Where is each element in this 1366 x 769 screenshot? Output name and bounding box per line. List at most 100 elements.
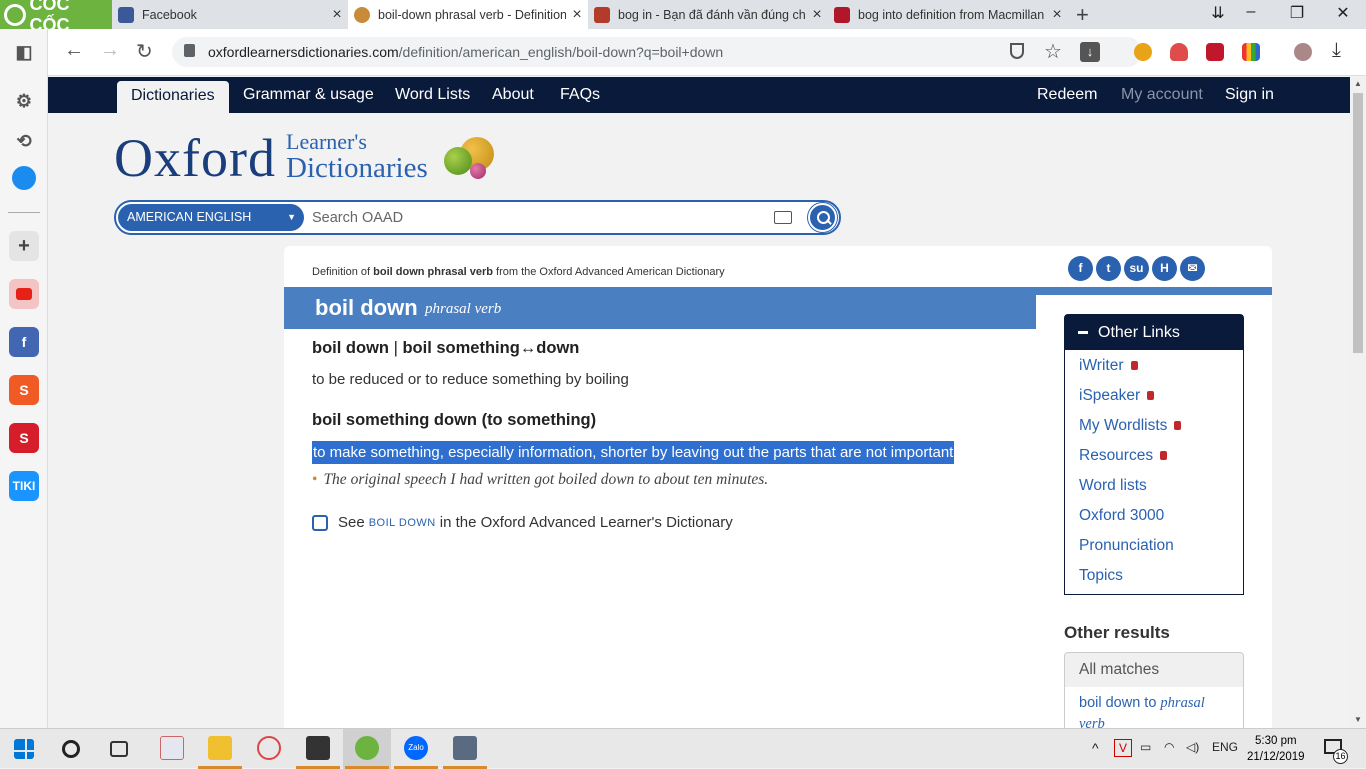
antivirus-icon[interactable]: V <box>1114 739 1132 757</box>
windows-start-icon[interactable] <box>14 739 34 759</box>
extension-color-icon[interactable] <box>1242 43 1260 61</box>
tab-search-icon[interactable]: ⇊ <box>1203 3 1233 23</box>
battery-icon[interactable]: ▭ <box>1140 740 1151 754</box>
sense-2-definition-selected: to make something, especially informatio… <box>312 441 955 464</box>
scroll-up-icon[interactable]: ▲ <box>1354 79 1362 88</box>
app-icon[interactable] <box>257 736 281 760</box>
search-button[interactable] <box>808 203 837 232</box>
hi-icon[interactable]: H <box>1152 256 1177 281</box>
logo-ball-icon <box>470 163 486 179</box>
page-scrollbar[interactable]: ▲ ▼ <box>1350 77 1366 728</box>
caret-down-icon: ▼ <box>287 212 296 222</box>
scroll-down-icon[interactable]: ▼ <box>1354 715 1362 724</box>
app-icon[interactable] <box>453 736 477 760</box>
address-bar[interactable]: oxfordlearnersdictionaries.com/definitio… <box>172 37 1142 67</box>
email-icon[interactable]: ✉ <box>1180 256 1205 281</box>
oxford-favicon-icon <box>354 6 370 23</box>
chevron-up-icon[interactable]: ^ <box>1092 740 1099 756</box>
facebook-icon[interactable]: f <box>9 327 39 357</box>
close-tab-icon[interactable]: × <box>1046 6 1068 24</box>
scrollbar-thumb[interactable] <box>1353 93 1363 353</box>
shopee-icon[interactable]: S <box>9 375 39 405</box>
app-icon[interactable] <box>160 736 184 760</box>
tab-macmillan[interactable]: bog into definition from Macmillan × <box>828 0 1068 29</box>
sense-2-heading: boil something down (to something) <box>312 411 597 429</box>
shield-icon[interactable] <box>1010 43 1024 59</box>
profile-avatar[interactable] <box>1294 43 1312 61</box>
keyboard-icon[interactable] <box>774 211 792 224</box>
other-links-header[interactable]: Other Links <box>1065 315 1243 350</box>
messenger-icon[interactable] <box>12 166 36 190</box>
all-matches-tab[interactable]: All matches <box>1064 652 1244 688</box>
sticky-notes-icon[interactable] <box>306 736 330 760</box>
tab-facebook[interactable]: Facebook × <box>112 0 348 29</box>
search-input[interactable] <box>312 204 762 231</box>
link-oxford-3000[interactable]: Oxford 3000 <box>1079 507 1164 525</box>
downloads-icon[interactable]: ⤓ <box>1332 39 1341 62</box>
wifi-icon[interactable]: ◠ <box>1164 740 1174 754</box>
forward-icon[interactable]: → <box>100 39 120 62</box>
link-iwriter[interactable]: iWriter <box>1079 357 1138 375</box>
link-resources[interactable]: Resources <box>1079 447 1168 465</box>
extension-red-icon[interactable] <box>1206 43 1224 61</box>
minimize-icon[interactable]: – <box>1236 3 1266 21</box>
settings-icon[interactable]: ⚙ <box>9 86 39 116</box>
input-language[interactable]: ENG <box>1212 740 1238 754</box>
clock[interactable]: 5:30 pm 21/12/2019 <box>1247 733 1305 765</box>
sendo-icon[interactable]: S <box>9 423 39 453</box>
twitter-icon[interactable]: t <box>1096 256 1121 281</box>
close-tab-icon[interactable]: × <box>806 6 828 24</box>
nav-about[interactable]: About <box>492 77 534 113</box>
close-tab-icon[interactable]: × <box>566 6 588 24</box>
nav-grammar-usage[interactable]: Grammar & usage <box>243 77 374 113</box>
search-bar: AMERICAN ENGLISH ▼ <box>114 200 841 235</box>
nav-my-account[interactable]: My account <box>1121 77 1203 113</box>
download-icon[interactable]: ↓ <box>1080 42 1100 62</box>
extension-chrome-icon[interactable] <box>1134 43 1152 61</box>
nav-redeem[interactable]: Redeem <box>1037 77 1097 113</box>
sense-1-definition: to be reduced or to reduce something by … <box>312 371 629 388</box>
nav-dictionaries[interactable]: Dictionaries <box>117 81 229 113</box>
dictionary-select[interactable]: AMERICAN ENGLISH ▼ <box>118 204 304 231</box>
nav-word-lists[interactable]: Word Lists <box>395 77 470 113</box>
stumbleupon-icon[interactable]: su <box>1124 256 1149 281</box>
new-tab-icon[interactable]: + <box>1076 2 1089 28</box>
cortana-icon[interactable] <box>62 740 80 758</box>
close-tab-icon[interactable]: × <box>326 6 348 24</box>
see-also-link[interactable]: BOIL DOWN <box>369 517 436 529</box>
nav-sign-in[interactable]: Sign in <box>1225 77 1274 113</box>
browser-brand[interactable]: CỐC CỐC <box>0 0 112 35</box>
entry-card: Definition of boil down phrasal verb fro… <box>284 246 1272 728</box>
other-results-title: Other results <box>1064 623 1170 642</box>
link-word-lists[interactable]: Word lists <box>1079 477 1147 495</box>
tab-oxford[interactable]: boil-down phrasal verb - Definition × <box>348 0 588 29</box>
headword-bar-extension <box>1036 287 1272 295</box>
add-icon[interactable]: + <box>9 231 39 261</box>
extension-shield-icon[interactable] <box>1170 43 1188 61</box>
coccoc-icon[interactable] <box>355 736 379 760</box>
link-my-wordlists[interactable]: My Wordlists <box>1079 417 1182 435</box>
headword: boil down <box>315 295 418 320</box>
link-pronunciation[interactable]: Pronunciation <box>1079 537 1174 555</box>
sidebar-toggle-icon[interactable]: ◧ <box>9 37 39 67</box>
link-topics[interactable]: Topics <box>1079 567 1123 585</box>
bookmark-star-icon[interactable]: ☆ <box>1044 39 1062 64</box>
link-ispeaker[interactable]: iSpeaker <box>1079 387 1155 405</box>
nav-faqs[interactable]: FAQs <box>560 77 600 113</box>
volume-icon[interactable]: ◁) <box>1186 740 1199 754</box>
back-icon[interactable]: ← <box>64 39 84 62</box>
reload-icon[interactable]: ↻ <box>136 39 153 64</box>
facebook-icon[interactable]: f <box>1068 256 1093 281</box>
other-links-box: Other Links iWriter iSpeaker My Wordlist… <box>1064 314 1244 595</box>
history-icon[interactable]: ⟲ <box>9 126 39 156</box>
close-window-icon[interactable]: ✕ <box>1328 3 1358 23</box>
youtube-icon[interactable] <box>9 279 39 309</box>
result-item[interactable]: boil down to phrasal verb <box>1064 687 1244 728</box>
tiki-icon[interactable]: TIKI <box>9 471 39 501</box>
task-view-icon[interactable] <box>110 741 128 757</box>
file-explorer-icon[interactable] <box>208 736 232 760</box>
tab-bog-in[interactable]: bog in - Bạn đã đánh vần đúng ch × <box>588 0 828 29</box>
restore-icon[interactable]: ❐ <box>1282 3 1312 23</box>
oxford-logo[interactable]: Oxford Learner's Dictionaries <box>114 127 494 189</box>
zalo-icon[interactable]: Zalo <box>404 736 428 760</box>
